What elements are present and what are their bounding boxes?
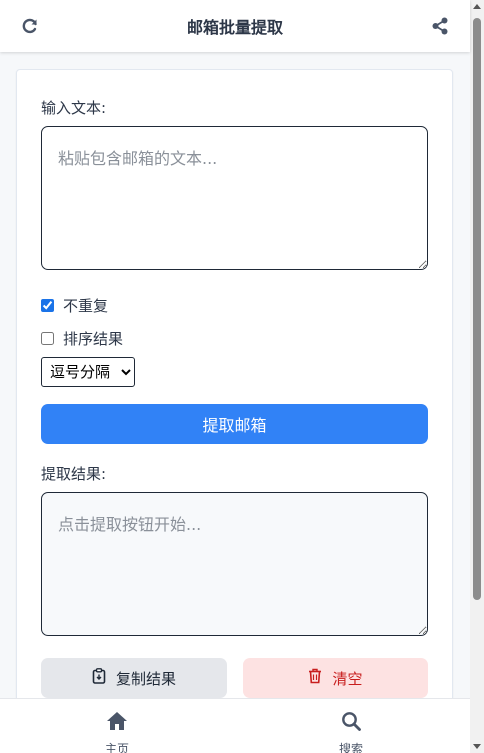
clear-button[interactable]: 清空: [243, 658, 428, 698]
result-label: 提取结果:: [41, 465, 107, 483]
sort-option[interactable]: 排序结果: [41, 328, 123, 349]
sort-checkbox[interactable]: [41, 332, 54, 345]
sort-label: 排序结果: [63, 330, 124, 348]
clear-label: 清空: [332, 669, 363, 688]
home-icon: [106, 711, 128, 734]
input-textarea[interactable]: [41, 126, 428, 270]
bottom-nav: 主页 搜索: [0, 698, 470, 753]
share-icon[interactable]: [430, 16, 450, 36]
search-icon: [341, 711, 361, 734]
dedupe-option[interactable]: 不重复: [41, 295, 108, 316]
input-label: 输入文本:: [41, 99, 107, 117]
dedupe-checkbox[interactable]: [41, 299, 54, 312]
nav-search-label: 搜索: [338, 742, 363, 753]
copy-label: 复制结果: [115, 669, 176, 688]
nav-home[interactable]: 主页: [77, 711, 157, 753]
clipboard-icon: [92, 668, 106, 688]
dedupe-label: 不重复: [63, 297, 109, 315]
scrollbar[interactable]: [470, 0, 484, 753]
page-title: 邮箱批量提取: [186, 18, 283, 37]
refresh-icon[interactable]: [20, 16, 40, 36]
nav-search[interactable]: 搜索: [311, 711, 391, 753]
scrollbar-thumb[interactable]: [473, 18, 481, 600]
copy-button[interactable]: 复制结果: [41, 658, 227, 698]
top-bar: 邮箱批量提取: [0, 0, 470, 52]
separator-select[interactable]: 逗号分隔: [41, 357, 135, 387]
extract-button[interactable]: 提取邮箱: [41, 404, 428, 444]
nav-home-label: 主页: [104, 742, 129, 753]
scroll-down-arrow[interactable]: [473, 744, 481, 749]
result-textarea[interactable]: [41, 492, 428, 636]
scroll-up-arrow[interactable]: [473, 4, 481, 9]
trash-icon: [308, 668, 322, 688]
